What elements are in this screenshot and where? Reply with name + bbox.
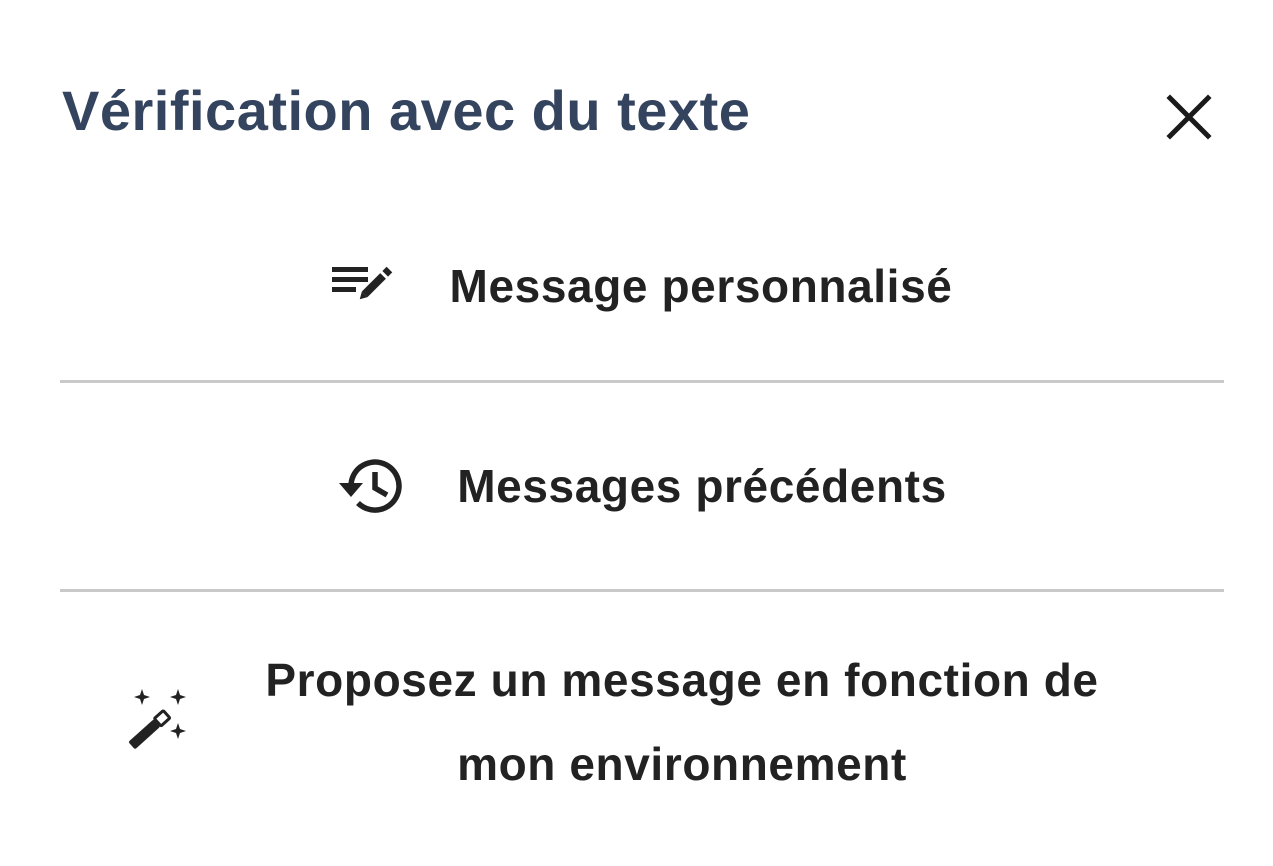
sheet-title: Vérification avec du texte — [62, 79, 751, 142]
close-icon — [1166, 94, 1212, 140]
menu-item-label: Proposez un message en fonction de mon e… — [265, 654, 1099, 790]
menu-item-label: Message personnalisé — [449, 260, 953, 312]
menu-item-label: Messages précédents — [457, 460, 947, 512]
close-button[interactable] — [1164, 92, 1214, 142]
magic-wand-icon — [122, 687, 188, 757]
history-icon — [337, 456, 403, 516]
menu-item-previous-messages[interactable]: Messages précédents — [60, 383, 1224, 589]
sheet-header: Vérification avec du texte — [62, 78, 1222, 158]
menu-item-suggest-message[interactable]: Proposez un message en fonction de mon e… — [60, 592, 1224, 852]
options-menu: Message personnalisé Messages précédents — [60, 192, 1224, 852]
text-verification-sheet: Vérification avec du texte Message perso… — [0, 0, 1273, 866]
menu-item-custom-message[interactable]: Message personnalisé — [60, 192, 1224, 380]
edit-list-icon — [331, 263, 396, 309]
